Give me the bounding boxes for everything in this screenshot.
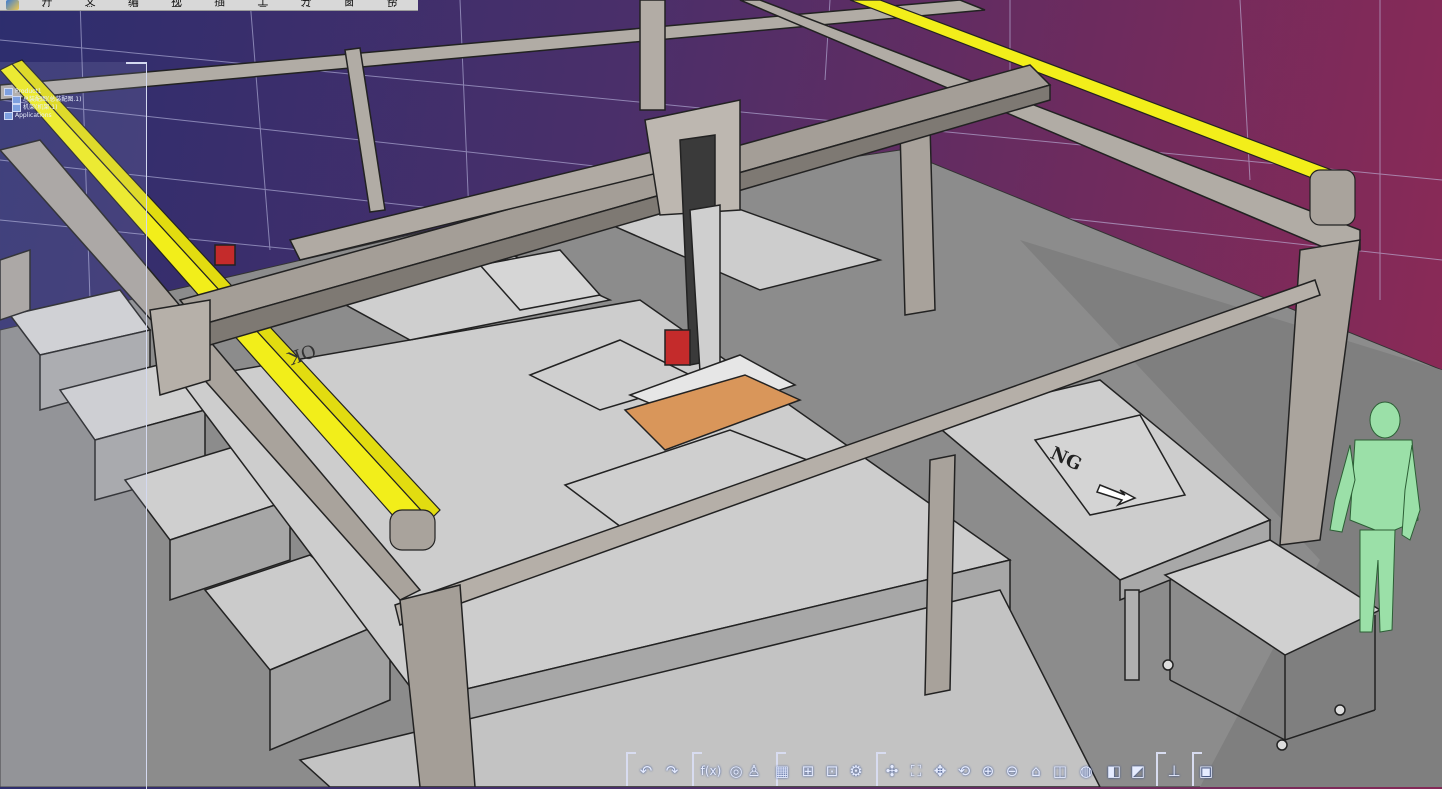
part-icon xyxy=(12,104,21,112)
menu-item-view[interactable]: 视图 xyxy=(159,0,202,7)
table-icon[interactable]: ▦ xyxy=(772,761,792,781)
views-icon[interactable]: ◫ xyxy=(1050,761,1070,781)
tree-node-applications[interactable]: Applications xyxy=(4,112,134,120)
zoom-out-icon[interactable]: ⊖ xyxy=(1002,761,1022,781)
applications-icon xyxy=(4,112,13,120)
hierarchy-icon[interactable]: ⊞ xyxy=(798,761,818,781)
menu-item-start[interactable]: 开始 xyxy=(29,0,72,7)
specification-tree[interactable]: Product1 总装配图(总装配图.1) 机架(机架.1) Applicati… xyxy=(4,88,134,120)
tree-node-label: Product1 xyxy=(15,88,42,95)
menu-item-insert[interactable]: 插入 xyxy=(202,0,245,7)
tree-node-root[interactable]: Product1 xyxy=(4,88,134,96)
menu-item-window[interactable]: 窗口 xyxy=(332,0,375,7)
measure-icon[interactable]: ⊥ xyxy=(1164,761,1184,781)
rotate-icon[interactable]: ⟲ xyxy=(954,761,974,781)
3d-viewport[interactable]: OK NG xyxy=(0,0,1442,787)
hide-show-icon[interactable]: ◧ xyxy=(1104,761,1124,781)
compass-icon[interactable]: ✣ xyxy=(882,761,902,781)
fit-all-icon[interactable]: ⛶ xyxy=(906,761,926,781)
render-style-icon[interactable]: ◍ xyxy=(1076,761,1096,781)
user-icon[interactable]: ♙ xyxy=(744,761,764,781)
menu-item-help[interactable]: 帮助 xyxy=(375,0,418,7)
tree-node-assembly[interactable]: 总装配图(总装配图.1) xyxy=(4,96,134,104)
tools-icon[interactable]: ⚙ xyxy=(846,761,866,781)
specification-tree-panel xyxy=(0,62,146,787)
swap-space-icon[interactable]: ◩ xyxy=(1128,761,1148,781)
pan-icon[interactable]: ✥ xyxy=(930,761,950,781)
menu-item-analyze[interactable]: 分析 xyxy=(289,0,332,7)
menu-bar: 开始 文件 编辑 视图 插入 工具 分析 窗口 帮助 xyxy=(0,0,418,11)
tree-node-frame[interactable]: 机架(机架.1) xyxy=(4,104,134,112)
lens-icon[interactable]: ◎ xyxy=(726,761,746,781)
app-logo-icon[interactable] xyxy=(6,0,20,10)
undo-icon[interactable]: ↶ xyxy=(636,761,656,781)
normal-view-icon[interactable]: ⌂ xyxy=(1026,761,1046,781)
tree-node-label: 机架(机架.1) xyxy=(23,104,58,111)
formula-icon[interactable]: f(x) xyxy=(698,761,724,781)
toolbar-group-marker xyxy=(626,752,636,786)
tree-node-label: Applications xyxy=(15,112,52,119)
view-toolbar: ↶ ↷ f(x) ◎ ♙ ▦ ⊞ ⊡ ⚙ ✣ ⛶ ✥ ⟲ ⊕ ⊖ ⌂ ◫ ◍ ◧… xyxy=(626,752,1220,786)
tree-bracket xyxy=(126,62,147,789)
menu-item-tools[interactable]: 工具 xyxy=(245,0,288,7)
redo-icon[interactable]: ↷ xyxy=(662,761,682,781)
menu-item-file[interactable]: 文件 xyxy=(73,0,116,7)
tree-node-label: 总装配图(总装配图.1) xyxy=(23,96,82,103)
part-icon xyxy=(12,96,21,104)
zoom-in-icon[interactable]: ⊕ xyxy=(978,761,998,781)
menu-item-edit[interactable]: 编辑 xyxy=(116,0,159,7)
lock-icon[interactable]: ⊡ xyxy=(822,761,842,781)
capture-icon[interactable]: ▣ xyxy=(1196,761,1216,781)
product-icon xyxy=(4,88,13,96)
gantry-scene[interactable]: OK NG xyxy=(0,0,1442,787)
